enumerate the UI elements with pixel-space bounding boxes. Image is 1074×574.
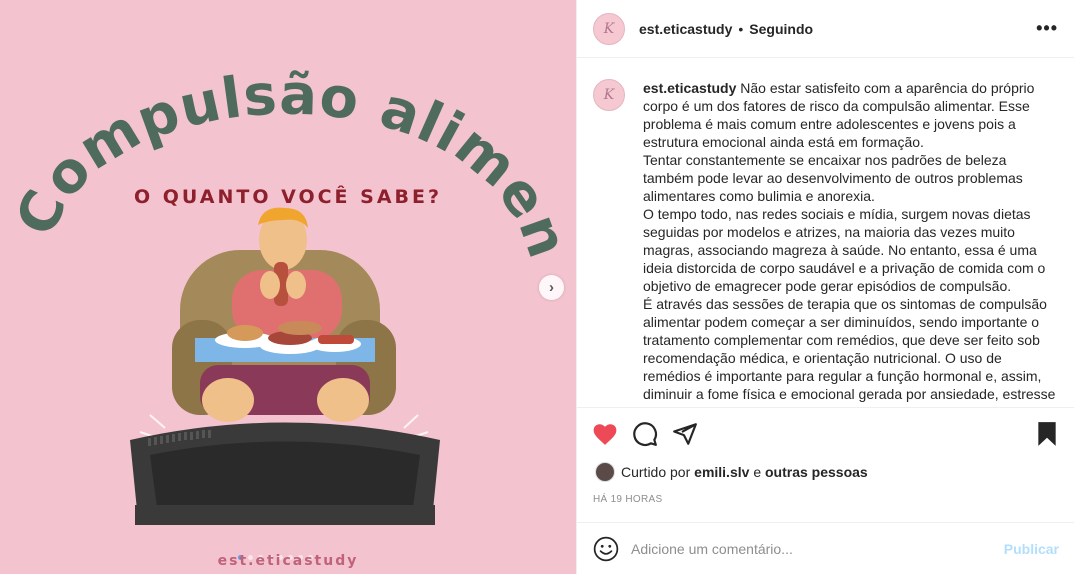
likes-connector: e bbox=[753, 464, 762, 480]
publish-button[interactable]: Publicar bbox=[1004, 541, 1059, 557]
comment-input[interactable] bbox=[631, 540, 994, 557]
liked-by-user[interactable]: emili.slv bbox=[694, 464, 749, 480]
caption-text: Não estar satisfeito com a aparência do … bbox=[643, 80, 1056, 407]
follow-status-button[interactable]: Seguindo bbox=[749, 21, 813, 37]
liked-by-others[interactable]: outras pessoas bbox=[765, 464, 868, 480]
header-username[interactable]: est.eticastudy bbox=[639, 21, 732, 37]
post-timestamp[interactable]: HÁ 19 HORAS bbox=[593, 494, 662, 505]
post-image[interactable]: Compulsão alimentar; bbox=[0, 0, 576, 574]
avatar-letter: K bbox=[603, 20, 615, 37]
header-separator: • bbox=[738, 20, 744, 37]
carousel-next-button[interactable]: › bbox=[539, 275, 564, 300]
avatar[interactable]: K bbox=[593, 12, 625, 45]
post-watermark: est.eticastudy bbox=[217, 553, 359, 569]
chevron-right-icon: › bbox=[549, 279, 554, 296]
action-bar bbox=[577, 407, 1074, 459]
comment-box: Publicar bbox=[577, 522, 1074, 574]
caption: K est.eticastudy Não estar satisfeito co… bbox=[593, 79, 1059, 407]
avatar-letter: K bbox=[603, 87, 615, 103]
post-header: K est.eticastudy • Seguindo ••• bbox=[577, 0, 1074, 58]
tv-illustration bbox=[130, 422, 440, 525]
post-details-panel: K est.eticastudy • Seguindo ••• K est.et… bbox=[576, 0, 1074, 574]
comments-area[interactable]: K est.eticastudy Não estar satisfeito co… bbox=[577, 59, 1074, 407]
caption-text-block: est.eticastudy Não estar satisfeito com … bbox=[643, 79, 1059, 407]
likes-prefix: Curtido por bbox=[621, 464, 691, 480]
caption-username[interactable]: est.eticastudy bbox=[643, 80, 736, 96]
comment-icon[interactable] bbox=[631, 420, 659, 448]
share-icon[interactable] bbox=[671, 420, 699, 448]
post-illustration: Compulsão alimentar; bbox=[0, 0, 576, 525]
post-subtitle: O QUANTO VOCÊ SABE? bbox=[133, 186, 443, 208]
avatar[interactable] bbox=[595, 462, 615, 482]
heart-filled-icon[interactable] bbox=[591, 420, 619, 448]
bookmark-filled-icon[interactable] bbox=[1033, 420, 1061, 448]
emoji-icon[interactable] bbox=[593, 536, 619, 562]
likes-summary: Curtido por emili.slv e outras pessoas bbox=[595, 462, 868, 482]
avatar[interactable]: K bbox=[593, 79, 625, 111]
more-options-icon[interactable]: ••• bbox=[1036, 18, 1058, 39]
